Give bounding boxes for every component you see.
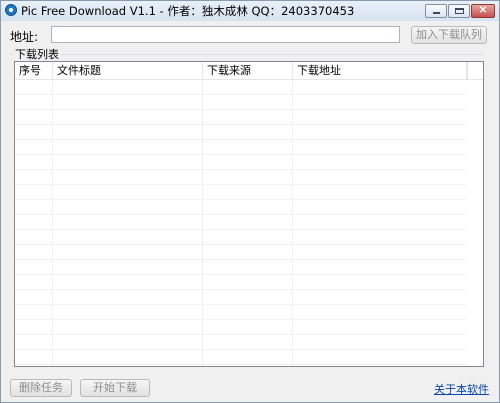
row-divider — [15, 169, 467, 170]
row-divider — [15, 304, 467, 305]
row-divider — [15, 274, 467, 275]
column-divider — [292, 79, 293, 366]
row-divider — [15, 334, 467, 335]
row-divider — [15, 259, 467, 260]
column-header-index[interactable]: 序号 — [15, 62, 53, 79]
row-divider — [15, 244, 467, 245]
download-list-table[interactable]: 序号 文件标题 下载来源 下载地址 — [14, 61, 484, 367]
row-divider — [15, 214, 467, 215]
row-divider — [15, 349, 467, 350]
row-divider — [15, 364, 467, 365]
close-button[interactable] — [471, 4, 495, 18]
table-header: 序号 文件标题 下载来源 下载地址 — [15, 62, 483, 80]
add-to-queue-button[interactable]: 加入下载队列 — [411, 26, 487, 44]
row-divider — [15, 139, 467, 140]
column-header-title[interactable]: 文件标题 — [53, 62, 203, 79]
app-icon — [5, 4, 17, 16]
start-download-button[interactable]: 开始下载 — [80, 379, 150, 397]
row-divider — [15, 124, 467, 125]
minimize-button[interactable] — [425, 4, 447, 18]
app-window: Pic Free Download V1.1 - 作者：独木成林 QQ：2403… — [0, 0, 500, 403]
download-list-label: 下载列表 — [13, 46, 61, 62]
row-divider — [15, 289, 467, 290]
row-divider — [15, 154, 467, 155]
about-link[interactable]: 关于本软件 — [434, 381, 489, 397]
window-title: Pic Free Download V1.1 - 作者：独木成林 QQ：2403… — [21, 4, 355, 18]
column-header-url[interactable]: 下载地址 — [293, 62, 467, 79]
row-divider — [15, 199, 467, 200]
address-input[interactable] — [51, 26, 400, 43]
column-divider — [52, 79, 53, 366]
row-divider — [15, 229, 467, 230]
column-divider — [202, 79, 203, 366]
row-divider — [15, 109, 467, 110]
group-box-border — [10, 54, 484, 55]
row-divider — [15, 184, 467, 185]
address-label: 地址: — [10, 30, 39, 44]
table-header-filler — [467, 62, 483, 79]
delete-task-button[interactable]: 删除任务 — [10, 379, 72, 397]
title-bar[interactable]: Pic Free Download V1.1 - 作者：独木成林 QQ：2403… — [1, 1, 499, 21]
row-divider — [15, 94, 467, 95]
column-header-source[interactable]: 下载来源 — [203, 62, 293, 79]
maximize-button[interactable] — [448, 4, 470, 18]
row-divider — [15, 319, 467, 320]
